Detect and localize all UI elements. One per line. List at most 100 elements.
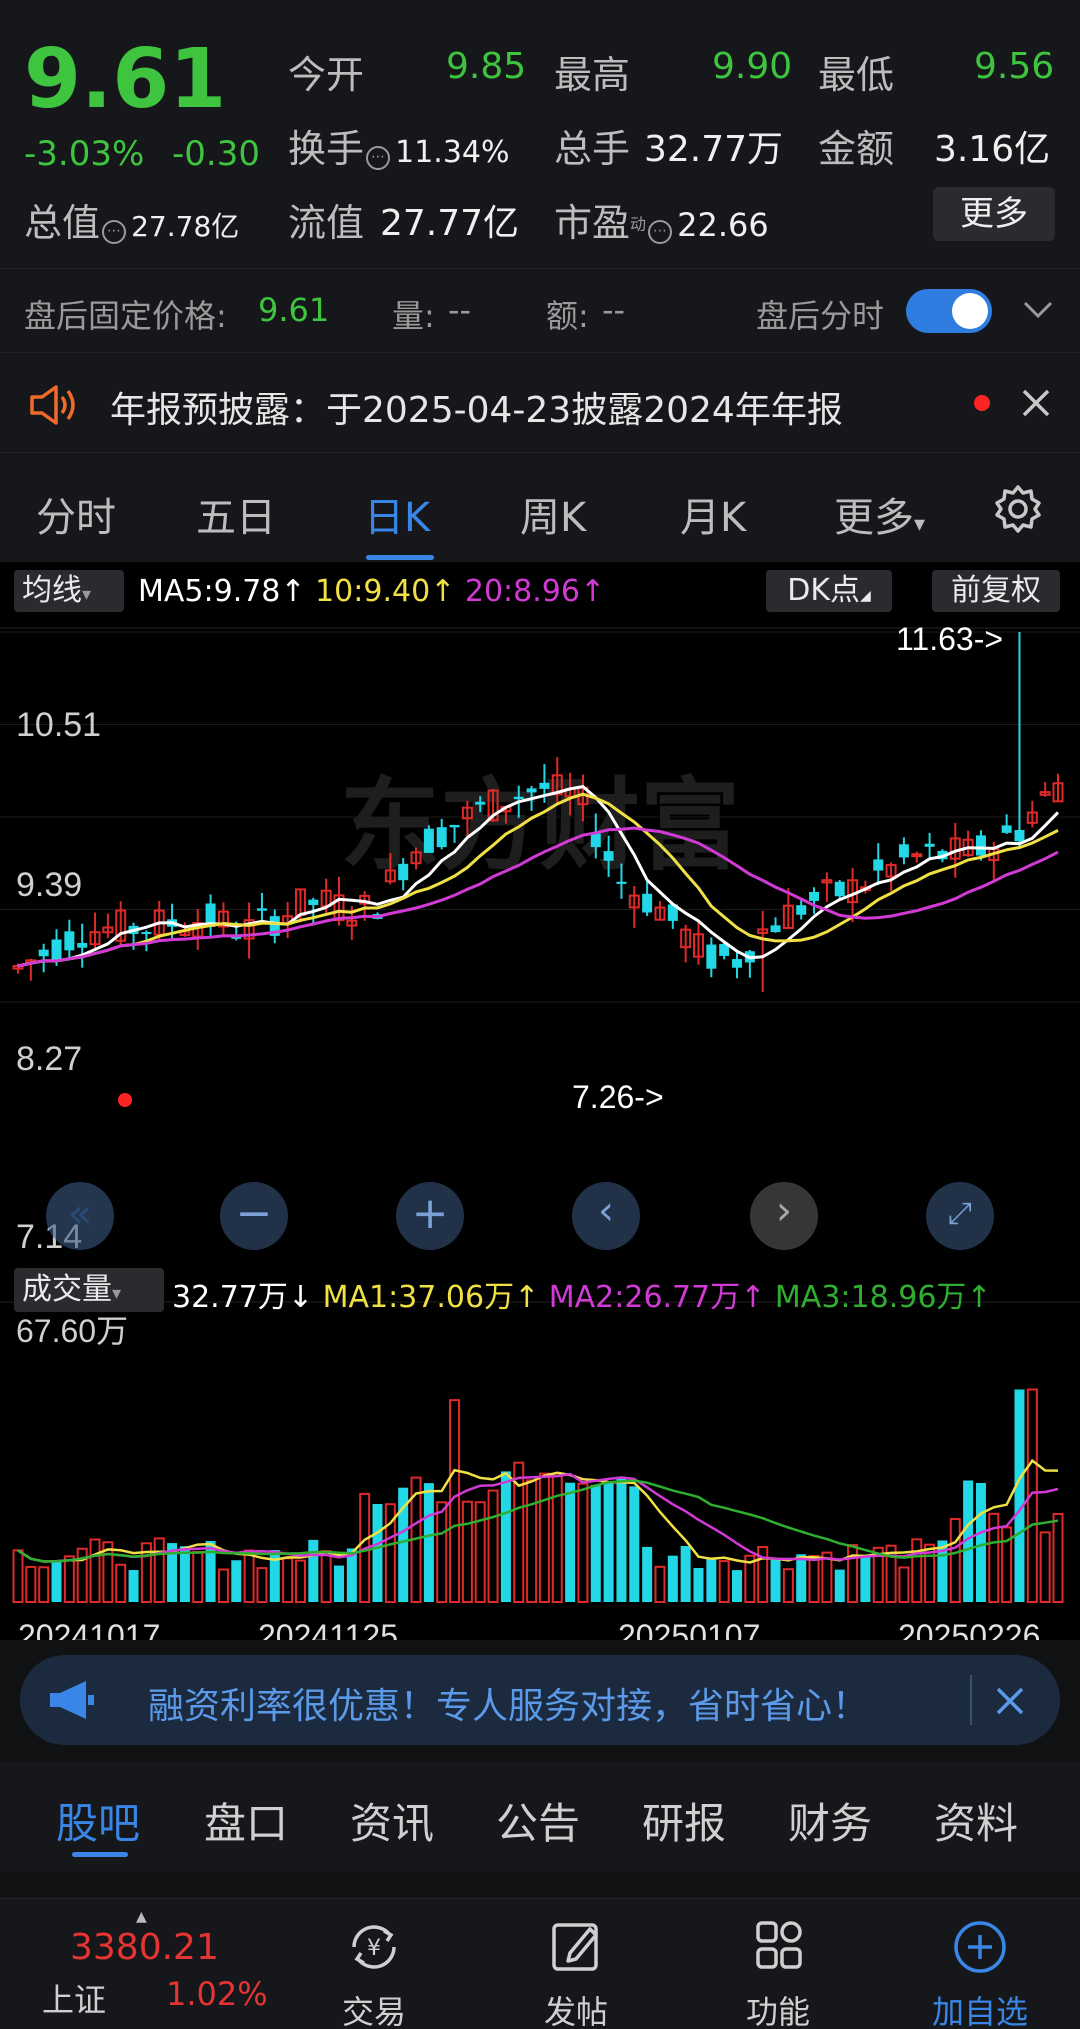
caret-up-icon: ▲ (136, 1909, 147, 1925)
index-ticker[interactable]: ▲ 3380.21 上证 1.02% (20, 1909, 270, 2019)
fullscreen-button[interactable]: ⤢ (926, 1182, 994, 1250)
kline-chart-area[interactable]: 均线▾ MA5:9.78↑ 10:9.40↑ 20:8.96↑ DK点◢ 前复权… (0, 562, 1080, 1640)
low-value: 9.56 (974, 46, 1055, 87)
candle-body-down (526, 788, 537, 793)
after-hours-toggle[interactable] (906, 289, 992, 333)
dk-point-button[interactable]: DK点◢ (766, 570, 892, 612)
active-tab-indicator (72, 1852, 128, 1857)
volume-bar-down (732, 1570, 743, 1602)
content-tabs: 股吧 盘口 资讯 公告 研报 财务 资料 (0, 1762, 1080, 1872)
period-tabs: 分时 五日 日K 周K 月K 更多▾ (0, 452, 1080, 562)
volume-bar-up (12, 1549, 24, 1604)
zoom-out-button[interactable]: − (220, 1182, 288, 1250)
turnover[interactable]: 换手 ⋯ 11.34% (288, 118, 510, 173)
scroll-right-button[interactable]: › (750, 1182, 818, 1250)
candle-body-down (1001, 825, 1012, 833)
ma-selector[interactable]: 均线▾ (14, 570, 124, 612)
volume-bar-up (153, 1537, 165, 1604)
after-hours-amount-label: 额: (546, 297, 589, 335)
promo-banner[interactable]: 融资利率很优惠！专人服务对接，省时省心！ (20, 1655, 1060, 1745)
market-cap[interactable]: 总值 ⋯ 27.78亿 (24, 192, 239, 247)
volume-selector[interactable]: 成交量▾ (14, 1268, 164, 1312)
candle-body-down (423, 828, 434, 853)
scroll-left-fast-button[interactable]: « (46, 1182, 114, 1250)
market-cap-value: 27.78亿 (131, 210, 240, 243)
candle-body-down (475, 801, 486, 805)
volume-bar-down (706, 1557, 717, 1602)
close-icon[interactable] (1020, 387, 1052, 419)
tab-news[interactable]: 资讯 (350, 1790, 434, 1851)
volume-bar-down (179, 1546, 190, 1602)
pe-ratio[interactable]: 市盈动 ⋯ 22.66 (554, 192, 769, 247)
ma20-value: 20:8.96 (464, 574, 580, 609)
tab-monthly-k[interactable]: 月K (680, 485, 746, 543)
tab-order-book[interactable]: 盘口 (204, 1790, 288, 1851)
date-tick-label: 20250107 (618, 1618, 760, 1640)
ma5-value: MA5:9.78 (138, 574, 281, 609)
tab-research[interactable]: 研报 (642, 1790, 726, 1851)
candle-body-down (590, 833, 601, 848)
tab-financials[interactable]: 财务 (788, 1790, 872, 1851)
candle-body-down (873, 859, 884, 871)
volume-bar-up (461, 1500, 473, 1604)
date-tick-label: 20250226 (898, 1618, 1040, 1640)
candle-body-down (603, 851, 614, 861)
promo-text: 融资利率很优惠！专人服务对接，省时省心！ (148, 1686, 869, 1727)
volume-bar-down (590, 1484, 601, 1602)
after-hours-price-value: 9.61 (258, 291, 330, 329)
candle-body-down (834, 881, 845, 897)
apps-grid-icon (756, 1921, 802, 1969)
volume-bar-up (243, 1549, 255, 1603)
bottom-nav: ▲ 3380.21 上证 1.02% ¥ 交易 发帖 功能 加自选 (0, 1898, 1080, 2029)
event-dot (118, 1093, 132, 1107)
date-tick-label: 20241125 (258, 1618, 398, 1640)
tab-intraday[interactable]: 分时 (36, 485, 116, 543)
nav-trade-label: 交易 (341, 1993, 406, 2029)
price-adjust-button[interactable]: 前复权 (932, 570, 1060, 612)
tab-five-day[interactable]: 五日 (196, 485, 276, 543)
gear-icon[interactable] (992, 483, 1044, 535)
double-chevron-left-icon: « (67, 1191, 93, 1237)
tab-daily-k[interactable]: 日K (364, 485, 430, 543)
close-icon[interactable] (994, 1685, 1026, 1717)
nav-add-watchlist[interactable]: 加自选 (920, 1917, 1040, 2029)
candle-body-down (706, 944, 717, 969)
caret-down-icon: ▾ (82, 584, 92, 605)
nav-functions[interactable]: 功能 (718, 1917, 838, 2029)
zoom-in-button[interactable]: + (396, 1182, 464, 1250)
nav-add-watchlist-label: 加自选 (931, 1993, 1028, 2029)
volume-bar-up (911, 1538, 923, 1603)
after-hours-price-label: 盘后固定价格: (24, 297, 227, 335)
volume-bar-down (629, 1486, 640, 1602)
volume-bar-up (320, 1550, 332, 1603)
tab-profile[interactable]: 资料 (934, 1790, 1018, 1851)
info-icon: ⋯ (102, 219, 127, 244)
candle-body-down (51, 939, 62, 962)
nav-trade[interactable]: ¥ 交易 (314, 1917, 434, 2029)
volume-bar-up (808, 1555, 820, 1604)
scroll-left-button[interactable]: ‹ (572, 1182, 640, 1250)
tab-weekly-k[interactable]: 周K (520, 485, 586, 543)
volume-bar-up (577, 1482, 589, 1604)
volume-bar-down (333, 1565, 344, 1602)
announcement-notice[interactable]: 年报预披露：于2025-04-23披露2024年年报 (0, 352, 1080, 452)
candle-body-down (616, 881, 627, 884)
turnover-value: 11.34% (395, 135, 510, 170)
volume-bar-down (680, 1545, 691, 1602)
tab-more[interactable]: 更多▾ (834, 485, 925, 543)
tab-more-label: 更多 (834, 495, 914, 541)
nav-post[interactable]: 发帖 (516, 1917, 636, 2029)
volume-bar-down (231, 1560, 242, 1602)
tab-forum[interactable]: 股吧 (56, 1790, 140, 1851)
volume-bar-up (847, 1544, 859, 1604)
unread-dot (974, 395, 990, 411)
chevron-down-icon[interactable] (1022, 299, 1054, 321)
after-hours-volume-value: -- (448, 291, 472, 329)
candle-body-down (308, 899, 319, 906)
tab-announcements[interactable]: 公告 (496, 1790, 580, 1851)
ma-selector-label: 均线 (22, 573, 82, 608)
up-arrow-icon: ↑ (579, 574, 606, 609)
more-button[interactable]: 更多 (933, 187, 1055, 241)
pe-value: 22.66 (677, 206, 769, 244)
down-arrow-icon: ↓ (287, 1280, 314, 1315)
